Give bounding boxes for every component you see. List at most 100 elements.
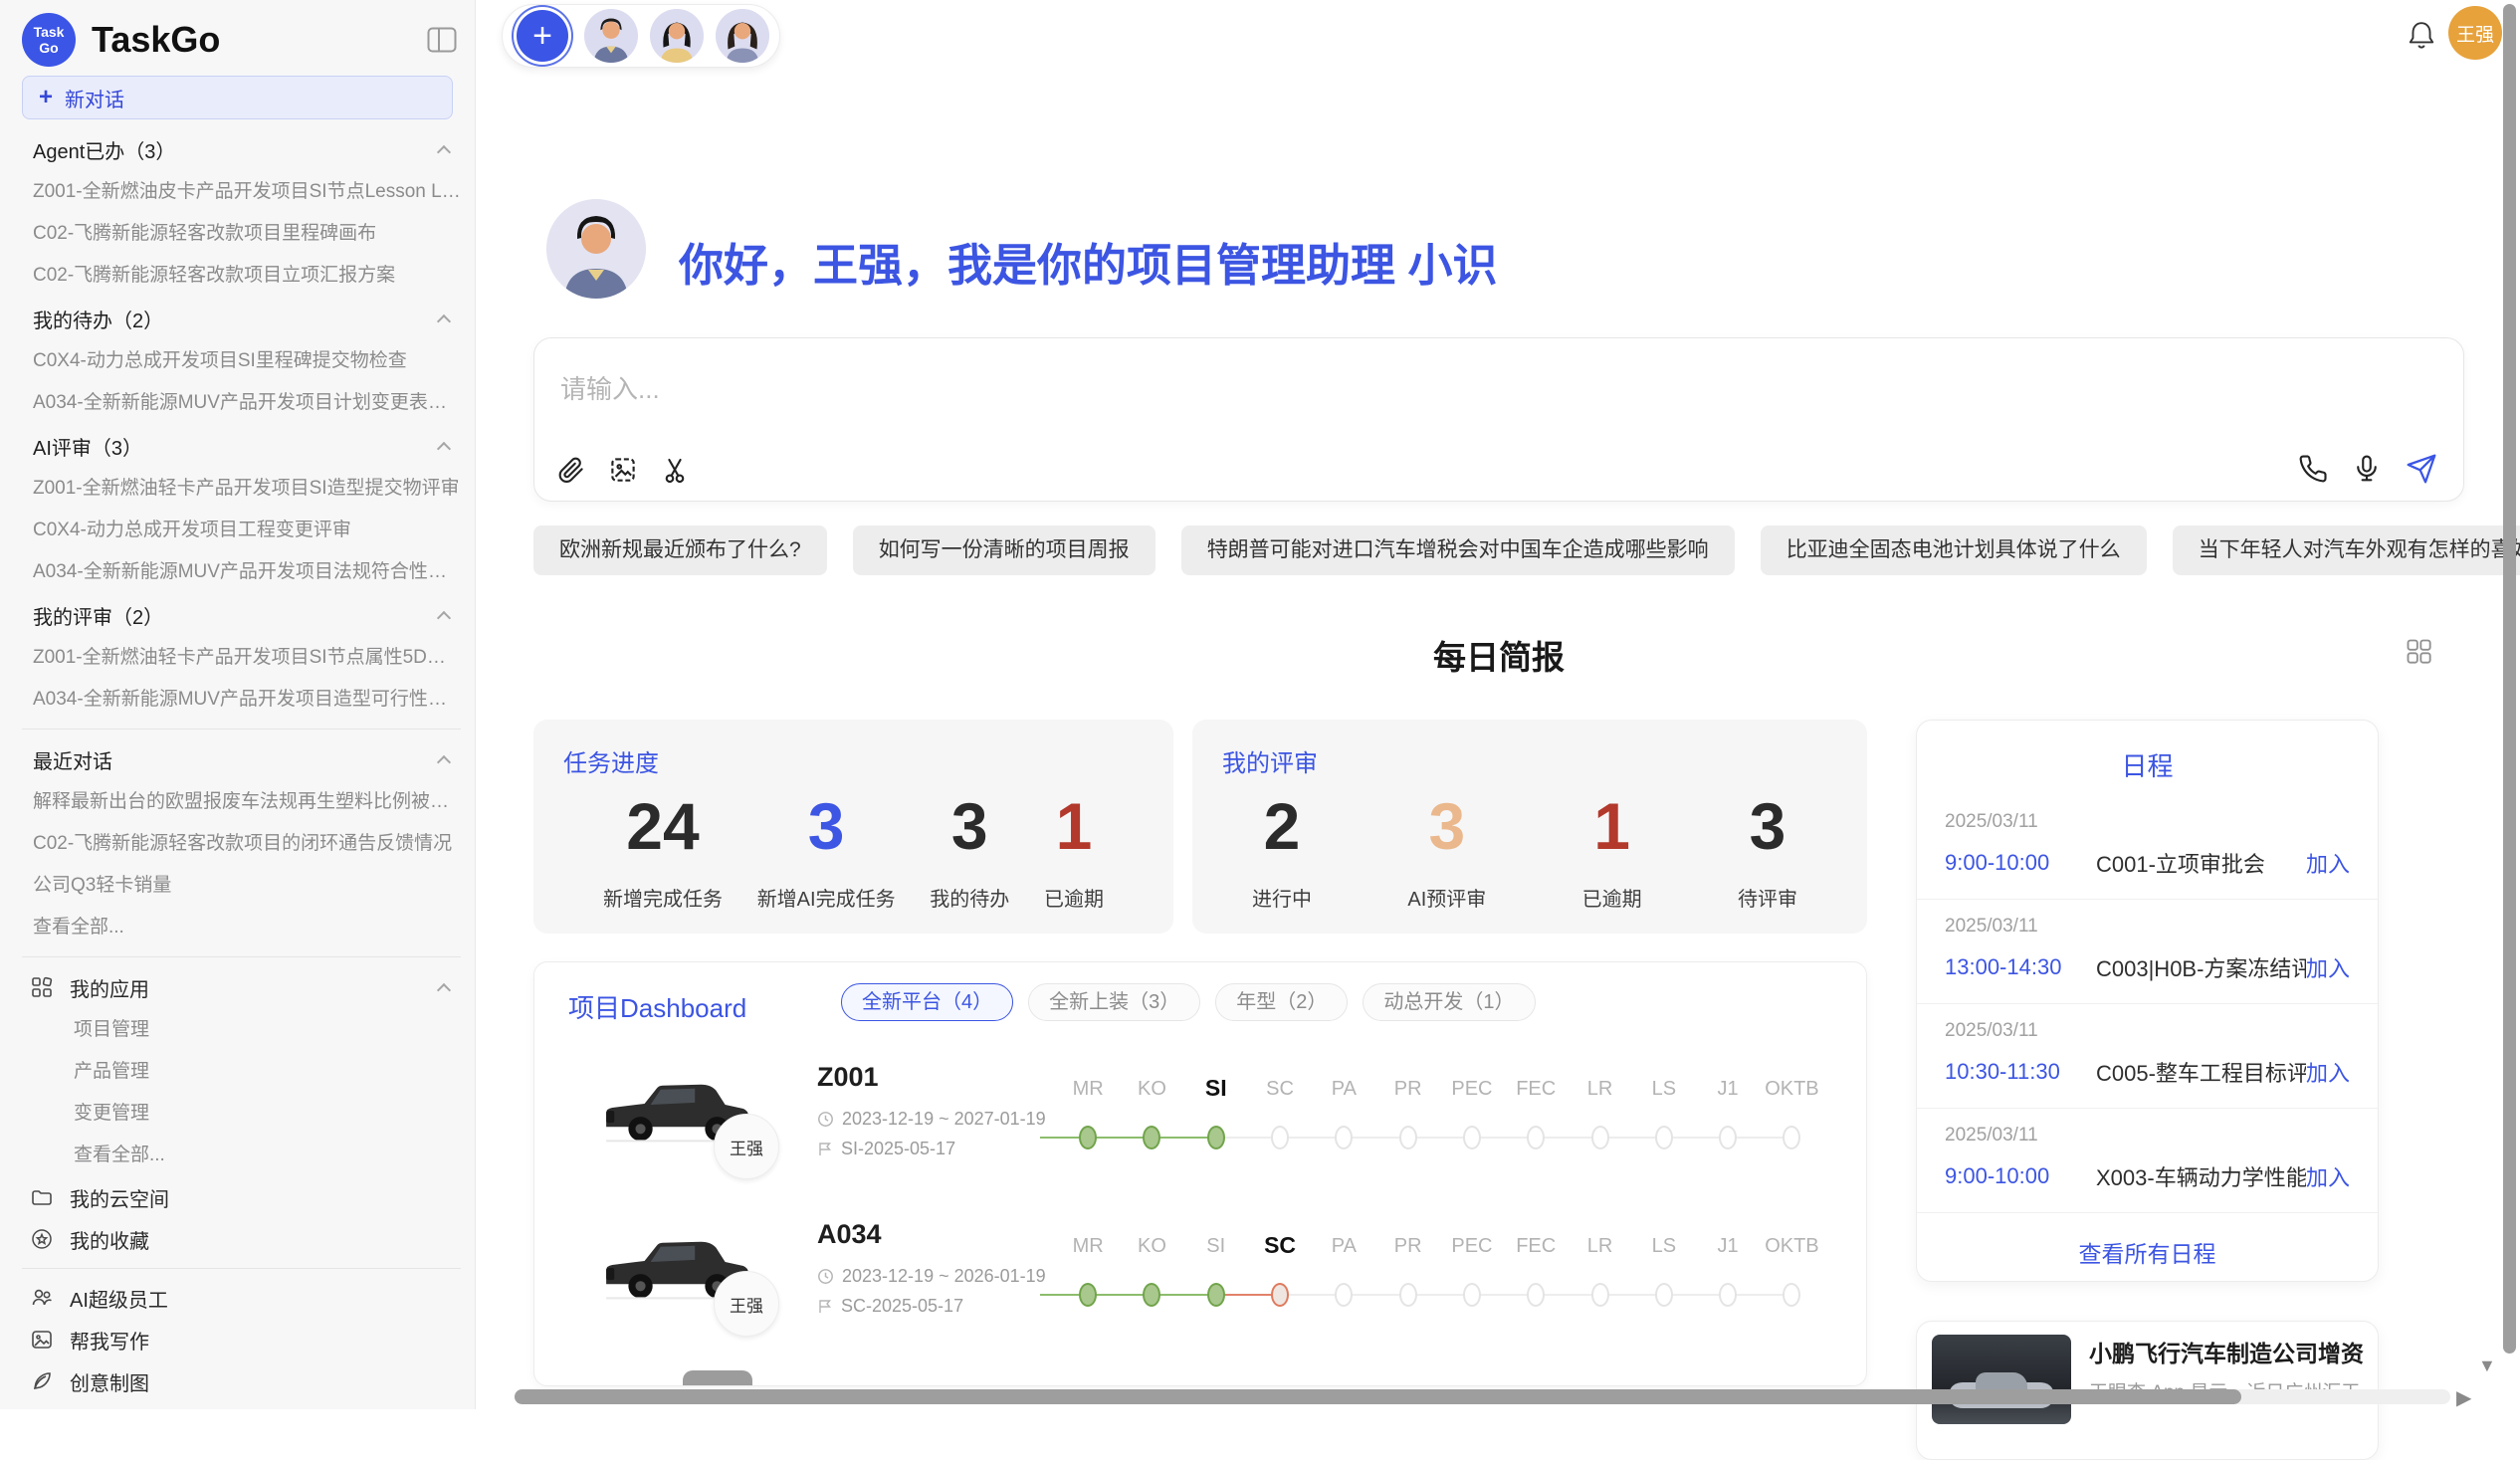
join-button[interactable]: 加入 [2306,951,2350,983]
list-item[interactable]: Z001-全新燃油轻卡产品开发项目SI造型提交物评审 [33,468,461,510]
list-item[interactable]: A034-全新新能源MUV产品开发项目法规符合性评审 [33,551,461,593]
list-item[interactable]: C0X4-动力总成开发项目SI里程碑提交物检查 [33,340,461,382]
new-chat-button[interactable]: + 新对话 [22,76,453,119]
add-agent-button[interactable]: + [517,10,568,62]
suggestion-chip[interactable]: 当下年轻人对汽车外观有怎样的喜好趋势 [2173,525,2520,575]
suggestion-chip[interactable]: 特朗普可能对进口汽车增税会对中国车企造成哪些影响 [1181,525,1735,575]
tab-new-platform[interactable]: 全新平台（4） [841,983,1013,1021]
horizontal-scrollbar-thumb[interactable] [515,1389,2241,1404]
suggestion-chip[interactable]: 比亚迪全固态电池计划具体说了什么 [1761,525,2147,575]
sidebar-item-cloud-space[interactable]: 我的云空间 [33,1176,461,1218]
vertical-scrollbar-thumb[interactable] [2503,4,2516,1354]
project-row-z001[interactable]: 王强 Z001 2023-12-19 ~ 2027-01-19 SI-2025-… [534,1050,1867,1199]
suggestion-chip[interactable]: 如何写一份清晰的项目周报 [853,525,1155,575]
dashboard-tabs: 全新平台（4） 全新上装（3） 年型（2） 动总开发（1） [841,983,1536,1021]
sidebar-item-change-mgmt[interactable]: 变更管理 [74,1093,461,1135]
write-helper-label: 帮我写作 [70,1326,149,1355]
agent-avatar-2[interactable] [650,9,704,63]
stat-label: 待评审 [1738,883,1797,912]
scissors-icon[interactable] [660,455,690,485]
logo-line2: Go [39,40,58,56]
list-item[interactable]: A034-全新新能源MUV产品开发项目造型可行性评审 [33,679,461,721]
schedule-item[interactable]: 2025/03/11 10:30-11:30 C005-整车工程目标评审 加入 [1917,1004,2378,1109]
list-item[interactable]: C0X4-动力总成开发项目工程变更评审 [33,510,461,551]
project-flag-date: SI-2025-05-17 [817,1139,1046,1159]
section-agent-done[interactable]: Agent已办（3） [33,127,461,171]
notification-bell-icon[interactable] [2407,20,2436,52]
agent-avatar-3[interactable] [716,9,769,63]
divider [22,729,461,730]
list-item[interactable]: Z001-全新燃油皮卡产品开发项目SI节点Lesson Learn报告 [33,171,461,213]
schedule-item[interactable]: 2025/03/11 9:00-10:00 C001-立项审批会 加入 [1917,795,2378,900]
app-title: TaskGo [92,19,220,61]
card-title: 任务进度 [533,720,1173,778]
project-row-a034[interactable]: 王强 A034 2023-12-19 ~ 2026-01-19 SC-2025-… [534,1207,1867,1356]
chevron-up-icon [437,314,451,328]
milestone-label: PR [1375,1078,1439,1101]
microphone-icon[interactable] [2352,454,2382,484]
schedule-name: C001-立项审批会 [2096,847,2306,879]
milestone-dot [1783,1283,1800,1307]
sidebar-item-creative-draw[interactable]: 创意制图 [33,1360,461,1402]
list-item[interactable]: A034-全新新能源MUV产品开发项目计划变更表编写 [33,382,461,424]
stat-value: 2 [1252,792,1312,861]
list-item[interactable]: C02-飞腾新能源轻客改款项目里程碑画布 [33,213,461,255]
section-my-todo[interactable]: 我的待办（2） [33,297,461,340]
list-item[interactable]: C02-飞腾新能源轻客改款项目的闭环通告反馈情况 [33,823,461,865]
sidebar-item-product-mgmt[interactable]: 产品管理 [74,1051,461,1093]
list-item[interactable]: C02-飞腾新能源轻客改款项目立项汇报方案 [33,255,461,297]
sidebar-collapse-icon[interactable] [427,27,457,53]
project-date-range: 2023-12-19 ~ 2026-01-19 [817,1266,1046,1287]
join-button[interactable]: 加入 [2306,1160,2350,1192]
milestone-label: LR [1568,1235,1631,1258]
milestone-label-current: SC [1248,1232,1312,1259]
user-avatar[interactable]: 王强 [2448,6,2502,60]
schedule-item[interactable]: 2025/03/11 9:00-10:00 X003-车辆动力学性能验... 加… [1917,1109,2378,1213]
view-all-apps[interactable]: 查看全部... [74,1135,461,1176]
stat-label: 进行中 [1252,883,1312,912]
sidebar-item-my-apps[interactable]: 我的应用 [33,965,461,1009]
stat-pending-review: 3 待评审 [1738,792,1797,912]
sidebar-item-ai-employee[interactable]: AI超级员工 [33,1277,461,1319]
sidebar-item-project-mgmt[interactable]: 项目管理 [74,1009,461,1051]
chat-input[interactable] [560,374,2153,405]
join-button[interactable]: 加入 [2306,1056,2350,1088]
project-code: Z001 [817,1062,1046,1093]
milestone-dot [1463,1283,1481,1307]
chevron-up-icon [437,611,451,625]
voice-call-icon[interactable] [2298,454,2328,484]
view-all-schedule-link[interactable]: 查看所有日程 [1917,1213,2378,1291]
sidebar: Task Go TaskGo + 新对话 Agent已办（3） Z001-全新燃… [0,0,476,1409]
suggestion-chip[interactable]: 欧洲新规最近颁布了什么? [533,525,827,575]
agent-avatar-1[interactable] [584,9,638,63]
join-button[interactable]: 加入 [2306,847,2350,879]
tab-powertrain[interactable]: 动总开发（1） [1363,983,1535,1021]
schedule-name: X003-车辆动力学性能验... [2096,1160,2306,1192]
tab-model-year[interactable]: 年型（2） [1215,983,1348,1021]
news-image [1932,1335,2071,1424]
schedule-item[interactable]: 2025/03/11 13:00-14:30 C003|H0B-方案冻结评审 加… [1917,900,2378,1004]
attachment-icon[interactable] [556,455,586,485]
layout-grid-icon[interactable] [2405,637,2432,665]
image-upload-icon[interactable] [608,455,638,485]
section-ai-review[interactable]: AI评审（3） [33,424,461,468]
stat-value: 3 [757,792,896,861]
list-item[interactable]: 解释最新出台的欧盟报废车法规再生塑料比例被调到15%... [33,781,461,823]
section-my-review[interactable]: 我的评审（2） [33,593,461,637]
list-item[interactable]: 公司Q3轻卡销量 [33,865,461,907]
scroll-down-arrow[interactable]: ▼ [2478,1356,2496,1376]
list-item[interactable]: Z001-全新燃油轻卡产品开发项目SI节点属性5D文件评审 [33,637,461,679]
project-flag-date: SC-2025-05-17 [817,1296,1046,1317]
send-icon[interactable] [2406,453,2437,485]
section-recent-chats[interactable]: 最近对话 [33,737,461,781]
stat-in-progress: 2 进行中 [1252,792,1312,912]
milestone-label: SI [1184,1235,1248,1258]
tab-new-body[interactable]: 全新上装（3） [1028,983,1200,1021]
agent-avatars-bar: + [502,4,780,68]
scroll-right-arrow[interactable]: ▶ [2456,1385,2471,1410]
schedule-date: 2025/03/11 [1945,1020,2350,1042]
stat-value: 3 [1407,792,1486,861]
sidebar-item-favorites[interactable]: 我的收藏 [33,1218,461,1260]
sidebar-item-write-helper[interactable]: 帮我写作 [33,1319,461,1360]
view-all-chats[interactable]: 查看全部... [33,907,461,948]
